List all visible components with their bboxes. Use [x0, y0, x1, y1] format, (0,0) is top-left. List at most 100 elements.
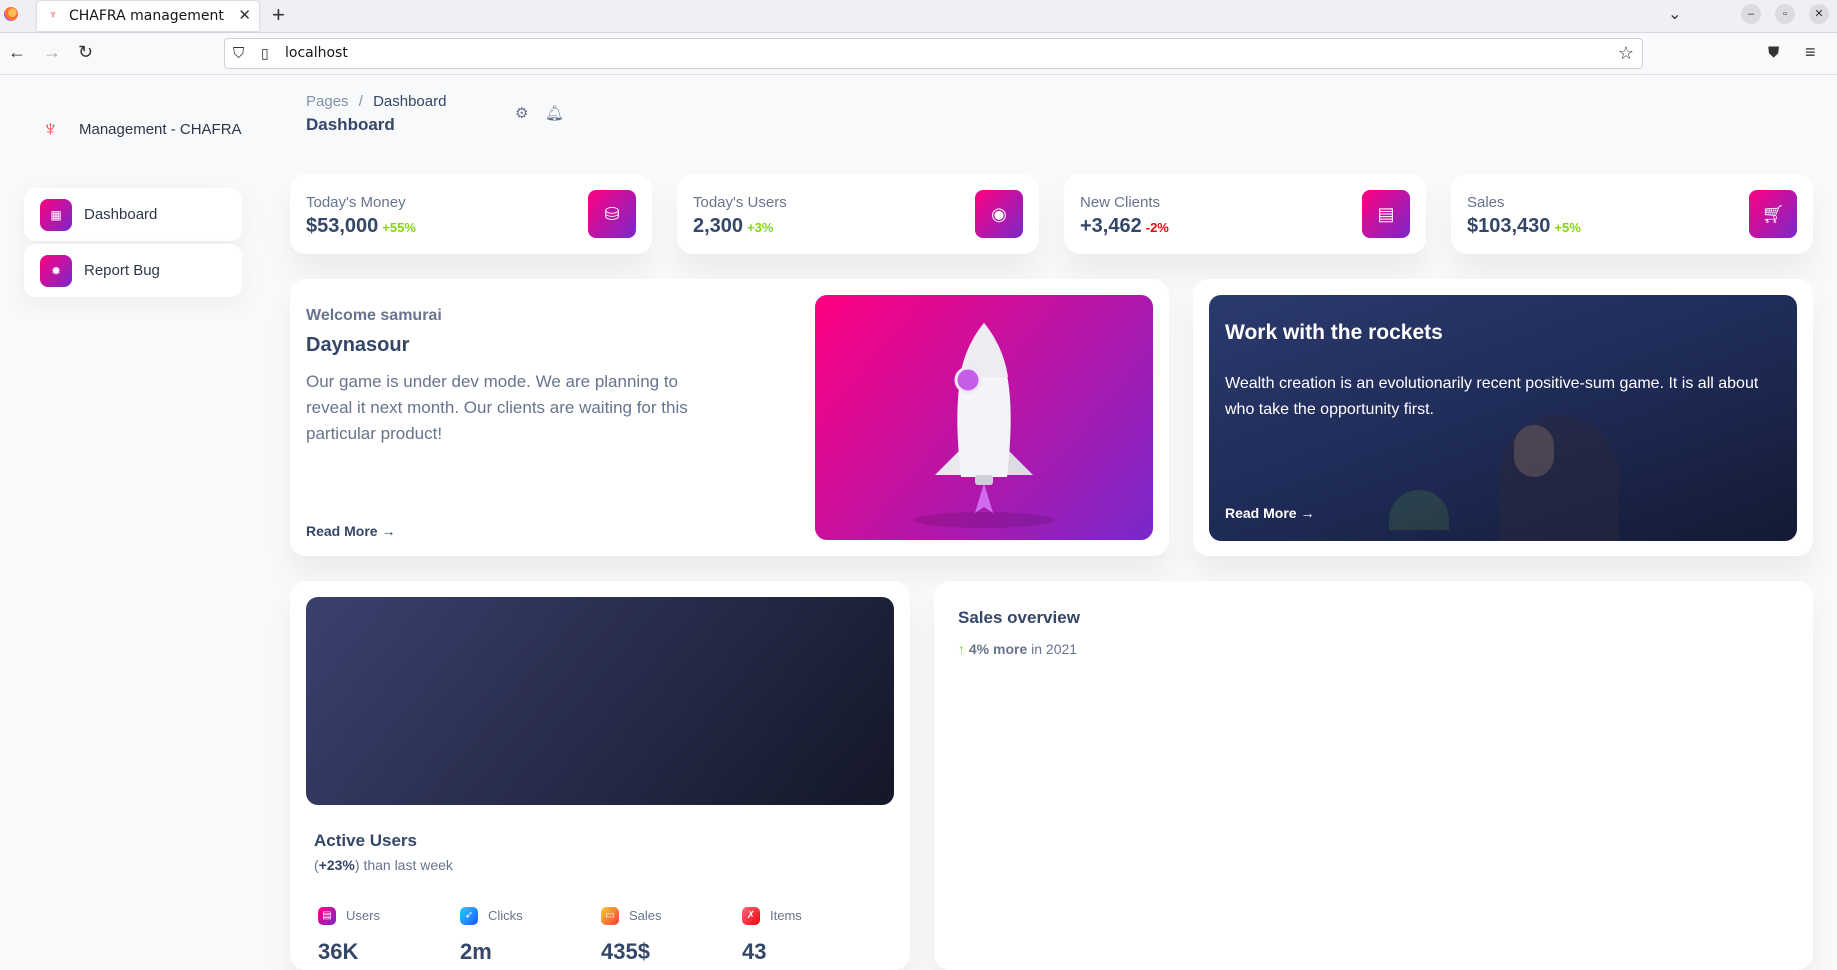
stat-card-sales: Sales $103,430 +5% 🛒︎ — [1451, 174, 1813, 254]
metric-value: 2m — [460, 939, 492, 964]
rockets-text: Wealth creation is an evolutionarily rec… — [1225, 375, 1759, 418]
active-users-title: Active Users — [314, 831, 418, 850]
stat-label: Today's Users — [693, 194, 787, 211]
document-icon: ▤ — [1362, 190, 1410, 238]
stat-card-money: Today's Money $53,000 +55% ⛁ — [290, 174, 652, 254]
metric-label: Sales — [629, 908, 662, 923]
brand-name: Management - CHAFRA — [79, 120, 242, 138]
money-icon: ⛁ — [588, 190, 636, 238]
rockets-read-more-link[interactable]: Read More → — [1225, 505, 1314, 521]
bell-icon[interactable]: 🔔︎ — [545, 104, 564, 122]
shop-icon: ▦ — [40, 198, 72, 231]
rocket-icon: ➶ — [460, 907, 478, 925]
active-users-change: +23% — [318, 857, 355, 873]
card-icon: ▭ — [601, 907, 619, 925]
bug-icon: ✹ — [40, 254, 72, 287]
minimize-icon[interactable]: – — [1741, 4, 1761, 24]
stat-value-text: 2,300 — [693, 215, 744, 237]
stat-label: Sales — [1467, 194, 1505, 211]
welcome-text: Our game is under dev mode. We are plann… — [306, 372, 688, 443]
gear-icon[interactable]: ⚙ — [515, 104, 528, 122]
rockets-background-image: Work with the rockets Wealth creation is… — [1209, 295, 1797, 541]
page-info-icon[interactable]: ▯ — [261, 45, 269, 62]
rocket-icon — [914, 323, 1054, 528]
sales-overview-title: Sales overview — [958, 608, 1080, 627]
metric-value: 43 — [742, 939, 767, 964]
breadcrumb-current: Dashboard — [373, 93, 447, 110]
stat-value: $53,000 +55% — [306, 215, 416, 238]
page-title: Dashboard — [306, 115, 395, 134]
sales-overview-period: in 2021 — [1031, 641, 1078, 657]
metric-label: Users — [346, 908, 380, 923]
sales-overview-card: Sales overview ↑ 4% more in 2021 — [934, 581, 1813, 970]
tab-close-icon[interactable]: ✕ — [238, 6, 251, 24]
active-users-subtitle: (+23%) than last week — [314, 857, 453, 873]
shield-icon[interactable]: ⛉ — [233, 45, 244, 62]
url-text[interactable]: localhost — [285, 45, 348, 61]
breadcrumb: Pages / Dashboard — [306, 93, 446, 110]
read-more-label: Read More — [1225, 505, 1297, 521]
reload-icon[interactable]: ↻ — [78, 42, 93, 63]
browser-nav-bar: ← → ↻ ⛉ ▯ localhost ☆ ⛊ ≡ — [0, 33, 1837, 75]
sidebar-item-dashboard[interactable]: ▦ Dashboard — [24, 188, 242, 241]
stat-value-text: $53,000 — [306, 215, 379, 237]
document-icon: ▤ — [318, 907, 336, 925]
rockets-card: Work with the rockets Wealth creation is… — [1193, 279, 1813, 556]
stat-change: +5% — [1554, 220, 1581, 235]
metric-value: 36K — [318, 939, 359, 964]
breadcrumb-separator: / — [358, 93, 363, 110]
tab-favicon-icon: ♆ — [48, 9, 58, 21]
active-users-card: Active Users (+23%) than last week ▤ Use… — [290, 581, 910, 970]
active-users-suffix: than last week — [363, 857, 453, 873]
stat-label: Today's Money — [306, 194, 406, 211]
sidebar-item-report-bug[interactable]: ✹ Report Bug — [24, 244, 242, 297]
wrench-icon: ✗ — [742, 907, 760, 925]
stat-change: -2% — [1145, 220, 1169, 235]
arrow-right-icon: → — [1300, 505, 1315, 521]
stat-value-text: +3,462 — [1080, 215, 1142, 237]
restore-icon[interactable]: ▫ — [1775, 4, 1795, 24]
brand-logo-icon: ♆ — [42, 116, 59, 141]
bookmark-star-icon[interactable]: ☆ — [1618, 43, 1634, 64]
stat-card-users: Today's Users 2,300 +3% ◉ — [677, 174, 1039, 254]
welcome-subtitle: Welcome samurai — [306, 307, 442, 324]
welcome-card: Welcome samurai Daynasour Our game is un… — [290, 279, 1169, 556]
close-window-icon[interactable]: ✕ — [1809, 4, 1829, 24]
sales-overview-subtitle: ↑ 4% more in 2021 — [958, 641, 1077, 657]
stat-value: +3,462 -2% — [1080, 215, 1169, 238]
arrow-right-icon: → — [381, 523, 396, 539]
stat-change: +3% — [747, 220, 774, 235]
tab-title: CHAFRA management — [69, 8, 224, 24]
menu-icon[interactable]: ≡ — [1805, 42, 1816, 63]
stat-change: +55% — [382, 220, 416, 235]
cart-icon: 🛒︎ — [1749, 190, 1797, 238]
browser-tab[interactable]: ♆ CHAFRA management ✕ — [37, 1, 259, 31]
read-more-link[interactable]: Read More → — [306, 523, 395, 539]
back-icon[interactable]: ← — [8, 42, 26, 63]
stat-value-text: $103,430 — [1467, 215, 1551, 237]
pocket-icon[interactable]: ⛊ — [1768, 44, 1779, 61]
brand[interactable]: ♆ Management - CHAFRA — [42, 115, 242, 143]
firefox-icon — [4, 7, 18, 21]
rocket-illustration — [815, 295, 1153, 540]
rockets-title: Work with the rockets — [1225, 321, 1443, 344]
arrow-up-icon: ↑ — [958, 641, 965, 657]
read-more-label: Read More — [306, 523, 378, 539]
sidebar-item-label: Dashboard — [84, 206, 158, 223]
metric-value: 435$ — [601, 939, 650, 964]
url-bar[interactable]: ⛉ ▯ localhost ☆ — [224, 38, 1643, 69]
welcome-title: Daynasour — [306, 334, 410, 356]
breadcrumb-root[interactable]: Pages — [306, 93, 349, 110]
stat-value: 2,300 +3% — [693, 215, 773, 238]
tab-list-chevron-icon[interactable]: ⌄ — [1668, 4, 1681, 24]
new-tab-icon[interactable]: + — [272, 2, 285, 28]
stat-label: New Clients — [1080, 194, 1161, 211]
forward-icon[interactable]: → — [43, 42, 61, 63]
stat-card-clients: New Clients +3,462 -2% ▤ — [1064, 174, 1426, 254]
browser-tab-bar: ♆ CHAFRA management ✕ + ⌄ – ▫ ✕ — [0, 0, 1837, 33]
sidebar-item-label: Report Bug — [84, 262, 160, 279]
active-users-chart — [306, 597, 894, 805]
globe-icon: ◉ — [975, 190, 1023, 238]
metric-label: Clicks — [488, 908, 523, 923]
stat-value: $103,430 +5% — [1467, 215, 1581, 238]
